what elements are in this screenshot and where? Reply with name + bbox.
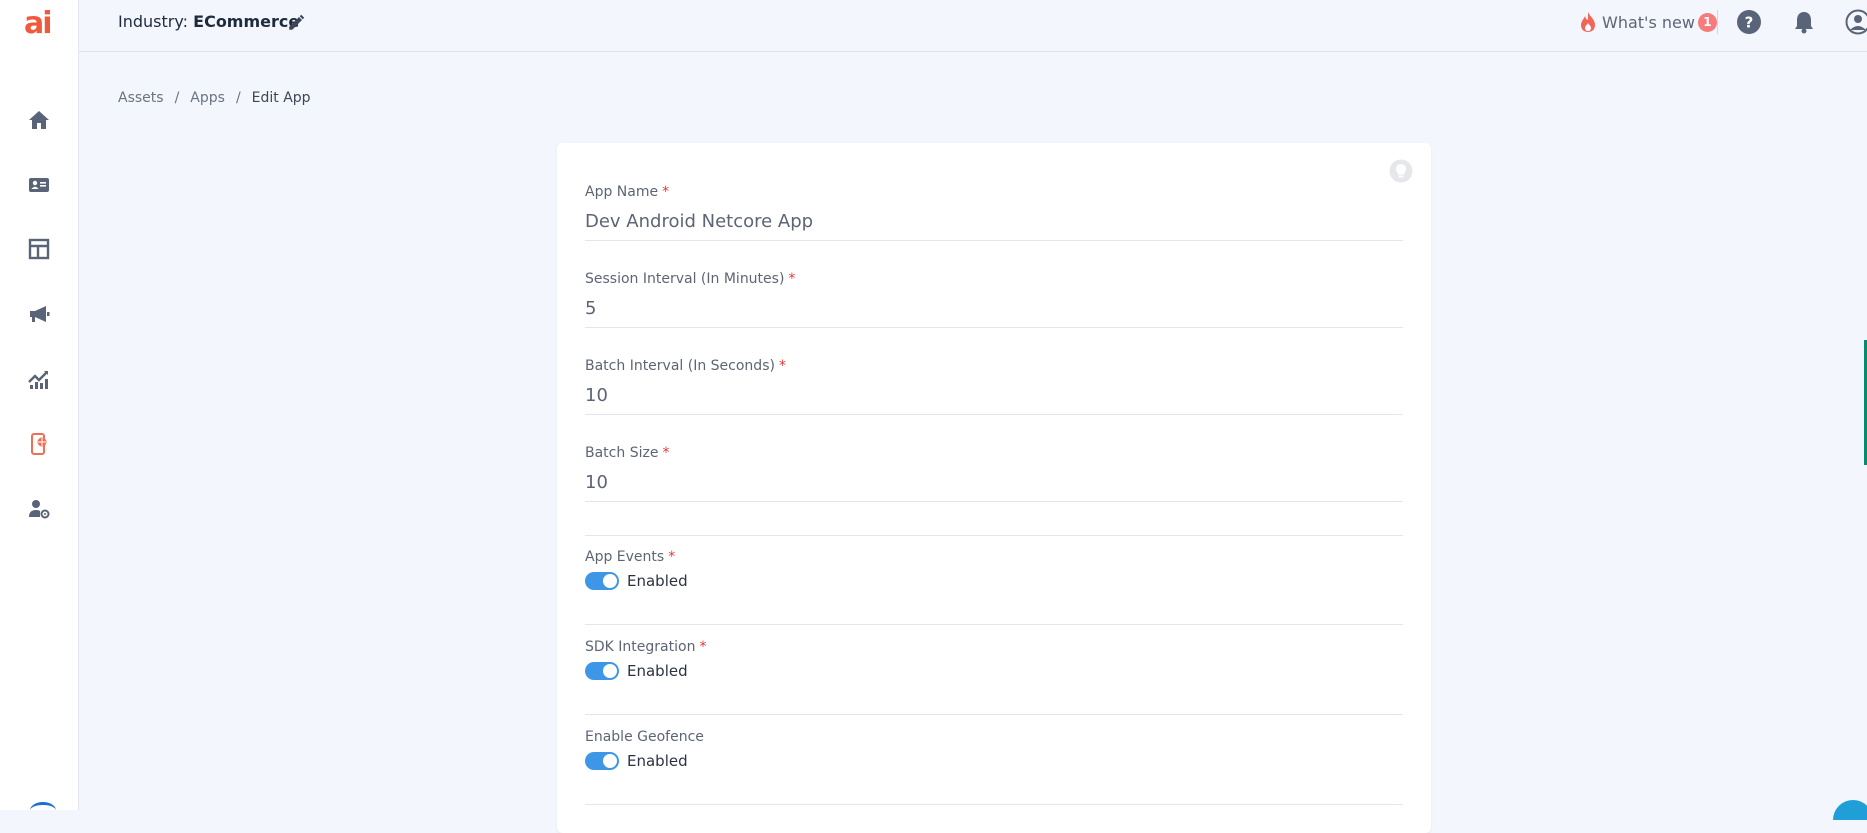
section-divider bbox=[585, 624, 1403, 625]
lightbulb-icon[interactable] bbox=[1389, 159, 1413, 183]
toggle-knob bbox=[603, 754, 617, 768]
required-asterisk: * bbox=[668, 549, 675, 565]
sidebar: ai bbox=[0, 0, 79, 810]
batch-size-field[interactable]: Batch Size* 10 bbox=[585, 445, 1403, 496]
sdk-integration-field: SDK Integration* Enabled bbox=[585, 639, 1403, 680]
breadcrumb-assets[interactable]: Assets bbox=[118, 90, 164, 106]
topbar-divider bbox=[1717, 10, 1718, 34]
required-asterisk: * bbox=[788, 271, 795, 287]
field-underline bbox=[585, 501, 1403, 502]
industry-label: Industry: bbox=[118, 12, 188, 31]
required-asterisk: * bbox=[662, 445, 669, 461]
app-events-state: Enabled bbox=[627, 572, 688, 590]
user-settings-icon[interactable] bbox=[26, 496, 52, 522]
geofence-field: Enable Geofence Enabled bbox=[585, 729, 1403, 770]
session-interval-label: Session Interval (In Minutes) bbox=[585, 271, 784, 287]
section-divider bbox=[585, 714, 1403, 715]
toggle-knob bbox=[603, 574, 617, 588]
edit-app-card: App Name* Dev Android Netcore App Sessio… bbox=[557, 143, 1431, 833]
field-underline bbox=[585, 327, 1403, 328]
toggle-knob bbox=[603, 664, 617, 678]
bell-icon[interactable] bbox=[1791, 9, 1817, 35]
app-logo[interactable]: ai bbox=[24, 6, 51, 41]
geofence-state: Enabled bbox=[627, 752, 688, 770]
home-icon[interactable] bbox=[26, 107, 52, 133]
industry-selector: Industry: ECommerce bbox=[118, 12, 299, 31]
app-events-toggle[interactable] bbox=[585, 572, 619, 590]
required-asterisk: * bbox=[699, 639, 706, 655]
batch-interval-label: Batch Interval (In Seconds) bbox=[585, 358, 775, 374]
field-underline bbox=[585, 414, 1403, 415]
breadcrumb-apps[interactable]: Apps bbox=[190, 90, 225, 106]
session-interval-field[interactable]: Session Interval (In Minutes)* 5 bbox=[585, 271, 1403, 322]
mobile-app-icon[interactable] bbox=[26, 431, 52, 457]
section-divider bbox=[585, 804, 1403, 805]
batch-interval-field[interactable]: Batch Interval (In Seconds)* 10 bbox=[585, 358, 1403, 409]
batch-size-input[interactable]: 10 bbox=[585, 472, 1403, 496]
required-asterisk: * bbox=[779, 358, 786, 374]
chat-widget-button[interactable] bbox=[1833, 800, 1867, 820]
breadcrumb-separator: / bbox=[175, 90, 180, 106]
geofence-label: Enable Geofence bbox=[585, 729, 704, 745]
edit-pencil-icon[interactable] bbox=[287, 14, 305, 32]
app-name-label: App Name bbox=[585, 184, 658, 200]
whats-new-button[interactable]: What's new 1 bbox=[1578, 10, 1717, 34]
help-icon[interactable]: ? bbox=[1736, 9, 1762, 35]
section-divider bbox=[585, 535, 1403, 536]
breadcrumb-current: Edit App bbox=[252, 90, 311, 106]
whats-new-badge: 1 bbox=[1698, 13, 1717, 32]
user-profile-icon[interactable] bbox=[1845, 9, 1867, 35]
breadcrumb: Assets / Apps / Edit App bbox=[118, 90, 311, 106]
breadcrumb-separator: / bbox=[236, 90, 241, 106]
session-interval-input[interactable]: 5 bbox=[585, 298, 1403, 322]
batch-size-label: Batch Size bbox=[585, 445, 658, 461]
industry-value: ECommerce bbox=[193, 12, 299, 31]
sdk-integration-label: SDK Integration bbox=[585, 639, 695, 655]
sidebar-bottom-widget[interactable] bbox=[30, 802, 56, 819]
app-name-input[interactable]: Dev Android Netcore App bbox=[585, 211, 1403, 235]
app-events-field: App Events* Enabled bbox=[585, 549, 1403, 590]
app-name-field[interactable]: App Name* Dev Android Netcore App bbox=[585, 184, 1403, 235]
analytics-icon[interactable] bbox=[26, 366, 52, 392]
sdk-integration-state: Enabled bbox=[627, 662, 688, 680]
whats-new-label: What's new bbox=[1602, 13, 1695, 32]
svg-text:?: ? bbox=[1745, 14, 1754, 32]
field-underline bbox=[585, 240, 1403, 241]
batch-interval-input[interactable]: 10 bbox=[585, 385, 1403, 409]
megaphone-icon[interactable] bbox=[26, 301, 52, 327]
layout-icon[interactable] bbox=[26, 236, 52, 262]
flame-icon bbox=[1578, 11, 1598, 33]
contact-card-icon[interactable] bbox=[26, 172, 52, 198]
geofence-toggle[interactable] bbox=[585, 752, 619, 770]
sdk-integration-toggle[interactable] bbox=[585, 662, 619, 680]
app-events-label: App Events bbox=[585, 549, 664, 565]
required-asterisk: * bbox=[662, 184, 669, 200]
